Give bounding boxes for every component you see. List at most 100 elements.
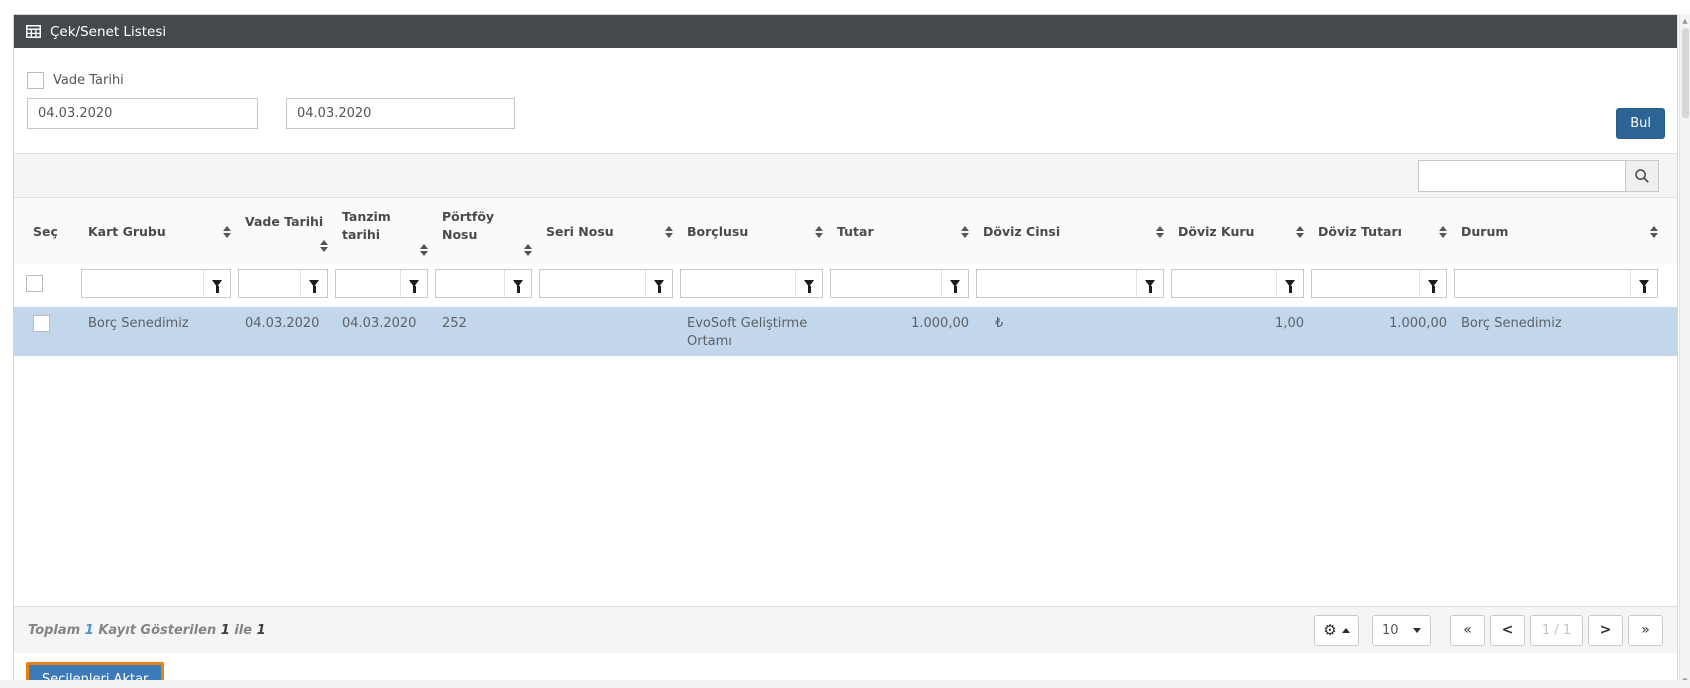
filter-input-tutar[interactable] (831, 270, 941, 298)
funnel-icon (1639, 280, 1649, 294)
sort-icon[interactable] (665, 226, 673, 239)
sort-icon[interactable] (1650, 226, 1658, 239)
table-row[interactable]: Borç Senedimiz 04.03.2020 04.03.2020 252… (14, 307, 1677, 357)
filter-button[interactable] (1136, 270, 1163, 298)
filter-button[interactable] (941, 270, 968, 298)
filter-input-vade-tarihi[interactable] (239, 270, 300, 298)
search-icon (1634, 168, 1650, 184)
filter-section: Vade Tarihi Bul (14, 48, 1677, 153)
page-title: Çek/Senet Listesi (50, 23, 167, 40)
sort-icon[interactable] (961, 226, 969, 239)
column-header-vade-tarihi[interactable]: Vade Tarihi (238, 198, 335, 264)
filter-button[interactable] (203, 270, 230, 298)
row-select-checkbox[interactable] (33, 315, 50, 333)
select-all-checkbox[interactable] (26, 275, 43, 293)
cell-durum: Borç Senedimiz (1461, 316, 1562, 332)
column-header-doviz-tutari[interactable]: Döviz Tutarı (1311, 198, 1454, 264)
table-filter-row (14, 264, 1677, 305)
cell-seri-nosu (539, 307, 680, 356)
cell-vade-tarihi: 04.03.2020 (245, 316, 320, 332)
filter-input-tanzim-tarihi[interactable] (336, 270, 400, 298)
page-bottom-strip (0, 680, 1690, 688)
pagination-controls: ⚙ 10 « < 1 / 1 > » (1314, 614, 1663, 646)
grid-empty-space (14, 356, 1677, 607)
funnel-icon (212, 280, 222, 294)
cell-doviz-tutari: 1.000,00 (1389, 316, 1447, 332)
vade-tarihi-label: Vade Tarihi (53, 73, 124, 88)
funnel-icon (513, 280, 523, 294)
column-header-kart-grubu[interactable]: Kart Grubu (81, 198, 238, 264)
last-page-button[interactable]: » (1628, 614, 1663, 646)
column-header-tutar[interactable]: Tutar (830, 198, 976, 264)
column-header-tanzim-tarihi[interactable]: Tanzim tarihi (335, 198, 435, 264)
record-summary: Toplam 1 Kayıt Gösterilen 1 ile 1 (28, 622, 266, 638)
sort-icon[interactable] (223, 226, 231, 239)
column-header-portfoy-nosu[interactable]: Pörtföy Nosu (435, 198, 539, 264)
shown-from: 1 (220, 622, 230, 638)
funnel-icon (409, 280, 419, 294)
sort-icon[interactable] (1156, 226, 1164, 239)
filter-input-doviz-cinsi[interactable] (977, 270, 1136, 298)
column-header-doviz-cinsi[interactable]: Döviz Cinsi (976, 198, 1171, 264)
funnel-icon (950, 280, 960, 294)
search-button[interactable] (1625, 159, 1659, 192)
grid-footer: Toplam 1 Kayıt Gösterilen 1 ile 1 ⚙ 10 «… (14, 606, 1677, 654)
sort-icon[interactable] (815, 226, 823, 239)
table-header-row: Seç Kart Grubu Vade Tarihi Tanzim tarihi… (14, 198, 1677, 265)
filter-button[interactable] (300, 270, 327, 298)
filter-button[interactable] (1630, 270, 1657, 298)
filter-input-kart-grubu[interactable] (82, 270, 203, 298)
filter-input-seri-nosu[interactable] (540, 270, 645, 298)
sort-icon[interactable] (524, 244, 532, 257)
scrollbar-thumb[interactable] (1682, 28, 1689, 118)
date-from-input[interactable] (27, 98, 258, 129)
funnel-icon (804, 280, 814, 294)
filter-input-doviz-kuru[interactable] (1172, 270, 1276, 298)
filter-button[interactable] (1276, 270, 1303, 298)
gear-icon: ⚙ (1323, 620, 1337, 639)
sort-icon[interactable] (1296, 226, 1304, 239)
sort-icon[interactable] (1439, 226, 1447, 239)
scrollbar-up-arrow[interactable]: ▲ (1680, 16, 1690, 26)
previous-page-button[interactable]: < (1490, 614, 1525, 646)
shown-to: 1 (256, 622, 266, 638)
grid-toolbar (14, 153, 1677, 198)
date-to-input[interactable] (286, 98, 515, 129)
bul-button[interactable]: Bul (1616, 108, 1665, 139)
table-icon (26, 25, 41, 38)
filter-button[interactable] (1419, 270, 1446, 298)
total-count: 1 (84, 622, 94, 638)
caret-down-icon (1413, 627, 1421, 633)
funnel-icon (654, 280, 664, 294)
filter-input-doviz-tutari[interactable] (1312, 270, 1419, 298)
next-page-button[interactable]: > (1588, 614, 1623, 646)
filter-button[interactable] (795, 270, 822, 298)
grid-settings-button[interactable]: ⚙ (1314, 614, 1359, 646)
column-header-durum[interactable]: Durum (1454, 198, 1665, 264)
filter-button[interactable] (504, 270, 531, 298)
filter-input-durum[interactable] (1455, 270, 1630, 298)
panel-titlebar: Çek/Senet Listesi (14, 15, 1677, 48)
funnel-icon (1145, 280, 1155, 294)
funnel-icon (309, 280, 319, 294)
page-size-select[interactable]: 10 (1372, 614, 1431, 646)
filter-button[interactable] (645, 270, 672, 298)
cell-borclusu: EvoSoft Geliştirme Ortamı (687, 316, 808, 349)
sort-icon[interactable] (420, 244, 428, 257)
filter-input-borclusu[interactable] (681, 270, 795, 298)
cell-kart-grubu: Borç Senedimiz (88, 316, 189, 332)
column-header-seri-nosu[interactable]: Seri Nosu (539, 198, 680, 264)
column-header-doviz-kuru[interactable]: Döviz Kuru (1171, 198, 1311, 264)
first-page-button[interactable]: « (1450, 614, 1485, 646)
funnel-icon (1285, 280, 1295, 294)
page: Çek/Senet Listesi Vade Tarihi Bul (0, 0, 1690, 688)
vade-tarihi-checkbox[interactable] (27, 72, 44, 89)
column-header-borclusu[interactable]: Borçlusu (680, 198, 830, 264)
filter-button[interactable] (400, 270, 427, 298)
search-input[interactable] (1418, 159, 1626, 192)
cell-doviz-kuru: 1,00 (1275, 316, 1304, 332)
cell-portfoy-nosu: 252 (442, 316, 467, 332)
filter-input-portfoy-nosu[interactable] (436, 270, 504, 298)
vertical-scrollbar[interactable]: ▲ ▼ (1679, 14, 1690, 688)
sort-icon[interactable] (320, 239, 328, 252)
